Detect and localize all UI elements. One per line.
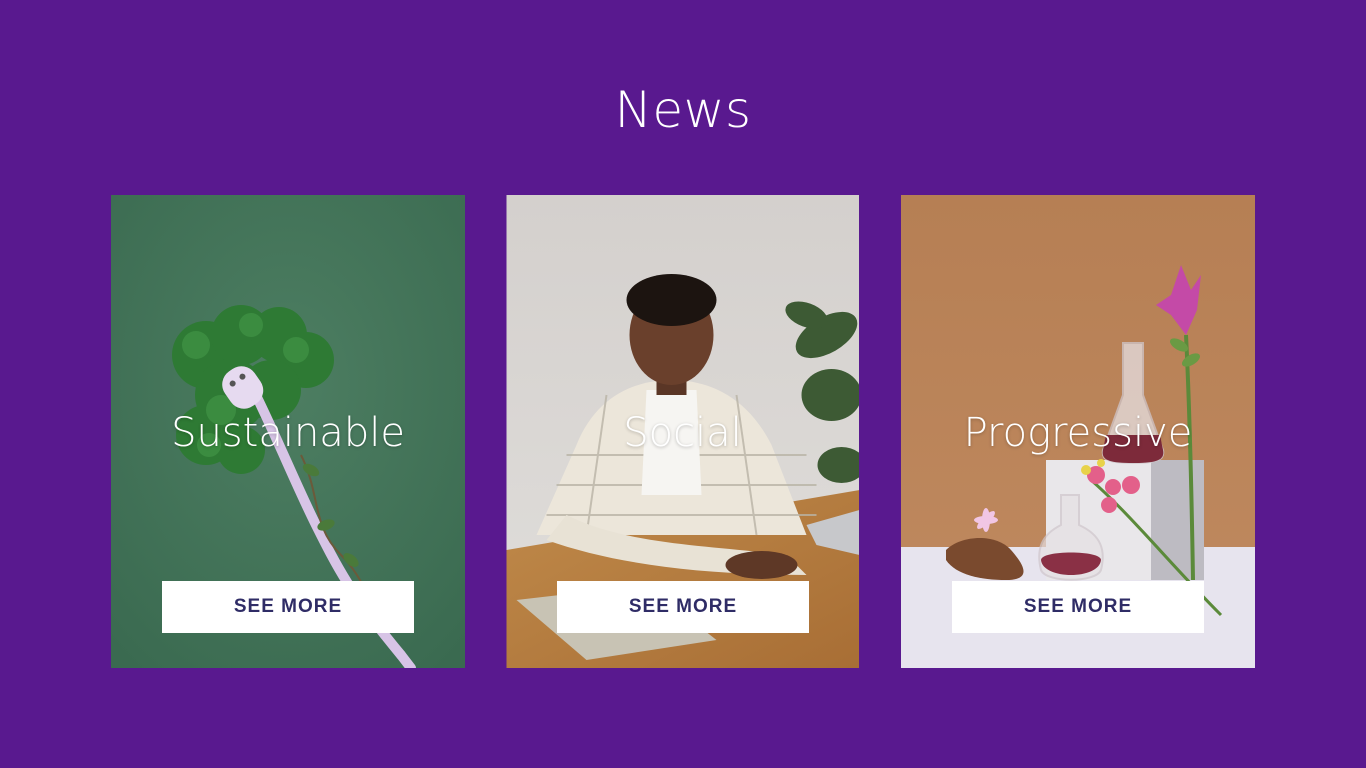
news-card-sustainable[interactable]: Sustainable SEE MORE <box>111 195 465 668</box>
card-title: Progressive <box>963 410 1193 456</box>
page-title: News <box>614 81 752 139</box>
news-card-progressive[interactable]: Progressive SEE MORE <box>901 195 1255 668</box>
see-more-button[interactable]: SEE MORE <box>952 581 1204 633</box>
card-title: Sustainable <box>171 410 405 456</box>
see-more-button[interactable]: SEE MORE <box>162 581 414 633</box>
see-more-button[interactable]: SEE MORE <box>557 581 809 633</box>
card-title: Social <box>623 410 742 456</box>
news-card-social[interactable]: Social SEE MORE <box>506 195 859 668</box>
